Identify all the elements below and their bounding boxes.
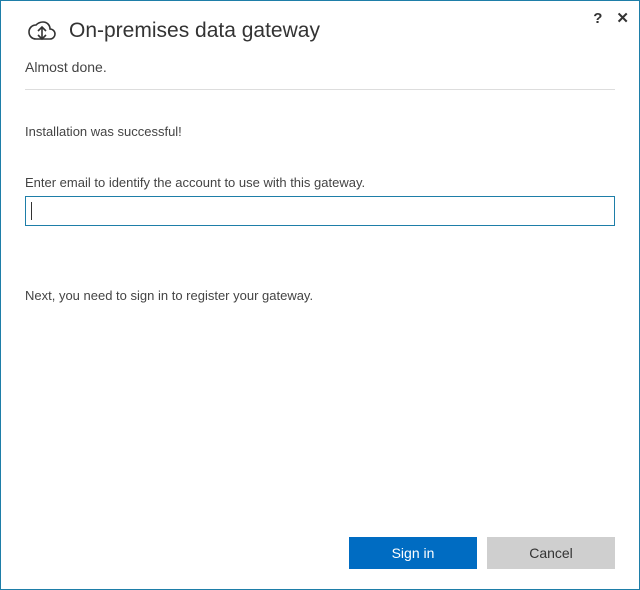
divider [25,89,615,90]
titlebar-controls: ? ✕ [593,9,629,27]
help-icon[interactable]: ? [593,10,602,27]
cloud-upload-icon [25,17,59,45]
email-input-wrapper [25,196,615,226]
cancel-button[interactable]: Cancel [487,537,615,569]
sign-in-button[interactable]: Sign in [349,537,477,569]
header: On-premises data gateway [1,1,639,49]
email-input[interactable] [25,196,615,226]
page-title: On-premises data gateway [69,19,320,43]
subtitle: Almost done. [25,59,615,75]
close-icon[interactable]: ✕ [616,9,629,27]
status-text: Installation was successful! [25,124,615,139]
dialog-window: ? ✕ On-premises data gateway Almost done… [0,0,640,590]
content: Almost done. Installation was successful… [1,49,639,303]
footer: Sign in Cancel [349,537,615,569]
next-instruction: Next, you need to sign in to register yo… [25,288,615,303]
email-label: Enter email to identify the account to u… [25,175,615,190]
